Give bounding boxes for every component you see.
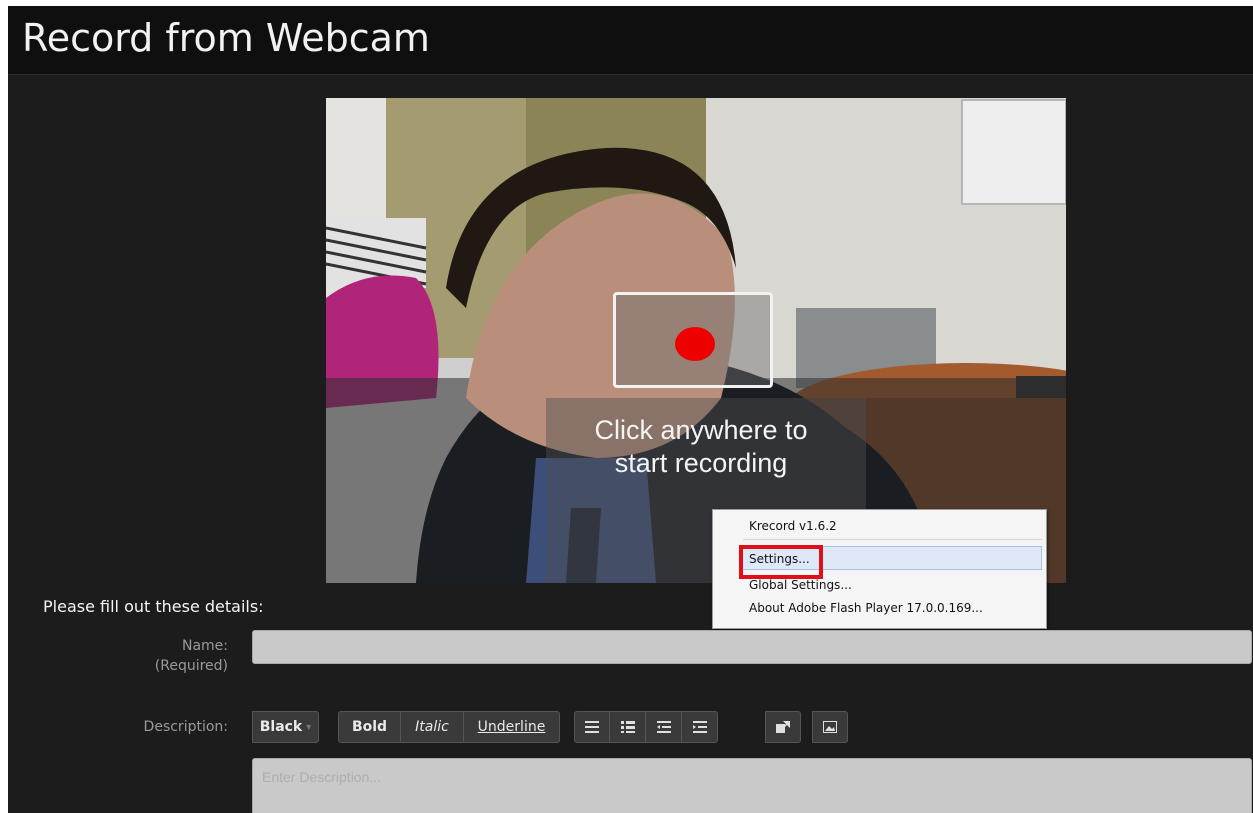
name-field[interactable] — [252, 630, 1252, 664]
italic-button[interactable]: Italic — [401, 711, 464, 743]
link-icon — [776, 721, 790, 733]
ordered-list-icon — [620, 721, 635, 733]
indent-icon — [692, 721, 707, 733]
list-indent-group — [574, 711, 718, 743]
settings-highlight-box — [739, 545, 823, 579]
form-section-title: Please fill out these details: — [43, 597, 264, 616]
menu-item-global-settings[interactable]: Global Settings... — [749, 578, 852, 592]
image-group — [812, 711, 848, 743]
prompt-line-1: Click anywhere to — [594, 415, 808, 445]
name-required-note: (Required) — [154, 658, 228, 674]
description-field[interactable]: Enter Description... — [252, 758, 1252, 813]
text-color-label: Black — [259, 719, 303, 735]
page-title: Record from Webcam — [22, 16, 430, 60]
description-placeholder: Enter Description... — [262, 769, 382, 785]
context-menu-header: Krecord v1.6.2 — [749, 519, 837, 533]
name-label: Name: — [181, 638, 228, 654]
outdent-icon — [656, 721, 671, 733]
text-color-group: Black ▾ — [252, 711, 319, 743]
app-window: Record from Webcam Click anywhere to sta… — [8, 6, 1253, 813]
unordered-list-button[interactable] — [574, 711, 610, 743]
text-style-group: Bold Italic Underline — [338, 711, 560, 743]
link-group — [765, 711, 801, 743]
text-color-dropdown[interactable]: Black ▾ — [252, 711, 319, 743]
description-label: Description: — [143, 719, 228, 735]
unordered-list-icon — [585, 721, 599, 733]
bold-button[interactable]: Bold — [338, 711, 401, 743]
underline-button[interactable]: Underline — [464, 711, 560, 743]
record-icon — [675, 327, 715, 361]
menu-item-about-flash[interactable]: About Adobe Flash Player 17.0.0.169... — [749, 601, 983, 615]
flash-context-menu: Krecord v1.6.2 Settings... Global Settin… — [712, 509, 1047, 629]
context-menu-divider — [743, 539, 1042, 540]
page-header: Record from Webcam — [8, 6, 1253, 75]
insert-image-button[interactable] — [812, 711, 848, 743]
ordered-list-button[interactable] — [610, 711, 646, 743]
outdent-button[interactable] — [646, 711, 682, 743]
caret-icon: ▾ — [306, 721, 312, 733]
image-icon — [823, 721, 837, 733]
start-recording-prompt: Click anywhere to start recording — [541, 414, 861, 480]
indent-button[interactable] — [682, 711, 718, 743]
prompt-line-2: start recording — [614, 448, 788, 478]
record-button[interactable] — [613, 292, 773, 388]
insert-link-button[interactable] — [765, 711, 801, 743]
